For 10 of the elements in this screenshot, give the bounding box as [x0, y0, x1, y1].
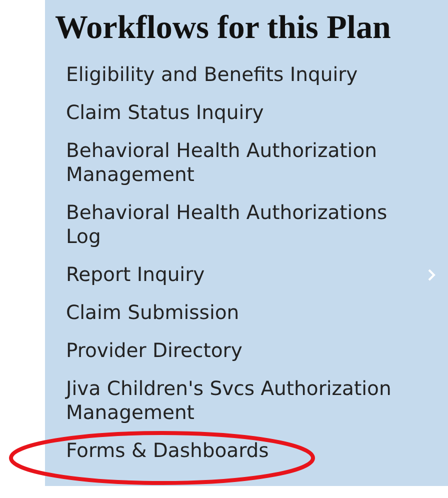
workflow-link[interactable]: Behavioral Health Authorization Management [45, 132, 448, 194]
workflow-link[interactable]: Claim Status Inquiry [45, 94, 448, 132]
workflow-link[interactable]: Forms & Dashboards [45, 432, 448, 470]
panel-title: Workflows for this Plan [55, 9, 392, 48]
workflow-link[interactable]: Claim Submission [45, 294, 448, 332]
workflow-link[interactable]: Eligibility and Benefits Inquiry [45, 56, 448, 94]
workflow-link[interactable]: Provider Directory [45, 332, 448, 370]
workflow-link[interactable]: Jiva Children's Svcs Authorization Management [45, 370, 448, 432]
workflow-link[interactable]: Report Inquiry [45, 256, 448, 294]
workflow-link[interactable]: Behavioral Health Authorizations Log [45, 194, 448, 256]
